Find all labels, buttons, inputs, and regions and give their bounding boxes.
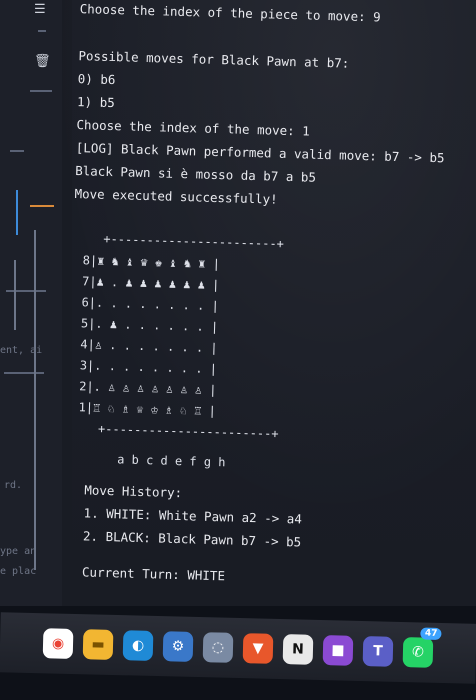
file-explorer-icon[interactable]: ▬ bbox=[82, 629, 114, 660]
current-turn: Current Turn: WHITE bbox=[81, 564, 226, 584]
teams-icon[interactable]: T bbox=[362, 636, 394, 667]
settings-icon[interactable]: ⚙ bbox=[162, 631, 194, 662]
scroll-marker bbox=[14, 260, 16, 330]
output-line: 1) b5 bbox=[76, 94, 115, 111]
text-fragment: rd. bbox=[4, 480, 23, 491]
history-item: 2. BLACK: Black Pawn b7 -> b5 bbox=[82, 528, 302, 550]
minimap-mark bbox=[4, 372, 44, 374]
text-fragment: e plac bbox=[0, 566, 37, 577]
minimap-mark bbox=[10, 150, 24, 152]
editor-sidebar: ☰ 🗑 ent, ai rd. ype an e plac bbox=[0, 0, 63, 606]
whatsapp-glyph: ✆ bbox=[411, 644, 424, 661]
gallery-icon[interactable]: ◌ bbox=[202, 632, 234, 663]
minimap-mark bbox=[30, 205, 54, 207]
brave-icon[interactable]: ▼ bbox=[242, 633, 274, 664]
notification-badge: 47 bbox=[420, 627, 442, 640]
minimap-mark bbox=[6, 290, 46, 292]
collapse-icon[interactable]: ☰ bbox=[34, 2, 46, 17]
terminal-output: Choose the index of the piece to move: 9… bbox=[59, 0, 476, 606]
minimap-mark bbox=[38, 30, 46, 32]
success-line: Move executed successfully! bbox=[74, 186, 278, 207]
minimap-mark bbox=[30, 90, 52, 92]
whatsapp-icon[interactable]: ✆ 47 bbox=[402, 627, 442, 668]
trash-icon[interactable]: 🗑 bbox=[34, 54, 51, 69]
history-title: Move History: bbox=[84, 482, 183, 501]
text-fragment: ype an bbox=[0, 546, 37, 557]
scroll-marker bbox=[16, 190, 18, 235]
board-border-bottom: +-----------------------+ bbox=[97, 421, 279, 441]
output-line: Possible moves for Black Pawn at b7: bbox=[78, 48, 350, 71]
taskbar: ◉ ▬ ◐ ⚙ ◌ ▼ N ■ T ✆ 47 bbox=[0, 606, 476, 700]
text-fragment: ent, ai bbox=[0, 345, 43, 356]
edge-icon[interactable]: ◐ bbox=[122, 630, 154, 661]
file-labels: a b c d e f g h bbox=[116, 452, 226, 470]
screen: ☰ 🗑 ent, ai rd. ype an e plac Choose the… bbox=[0, 0, 476, 606]
output-line: 0) b6 bbox=[77, 71, 116, 88]
taskbar-apps: ◉ ▬ ◐ ⚙ ◌ ▼ N ■ T ✆ 47 bbox=[0, 612, 476, 684]
notion-icon[interactable]: N bbox=[282, 634, 314, 665]
prompt-line: Choose the index of the piece to move: 9 bbox=[79, 1, 381, 25]
scroll-track[interactable] bbox=[34, 230, 36, 570]
app-icon[interactable]: ■ bbox=[322, 635, 354, 666]
chrome-icon[interactable]: ◉ bbox=[42, 628, 74, 659]
